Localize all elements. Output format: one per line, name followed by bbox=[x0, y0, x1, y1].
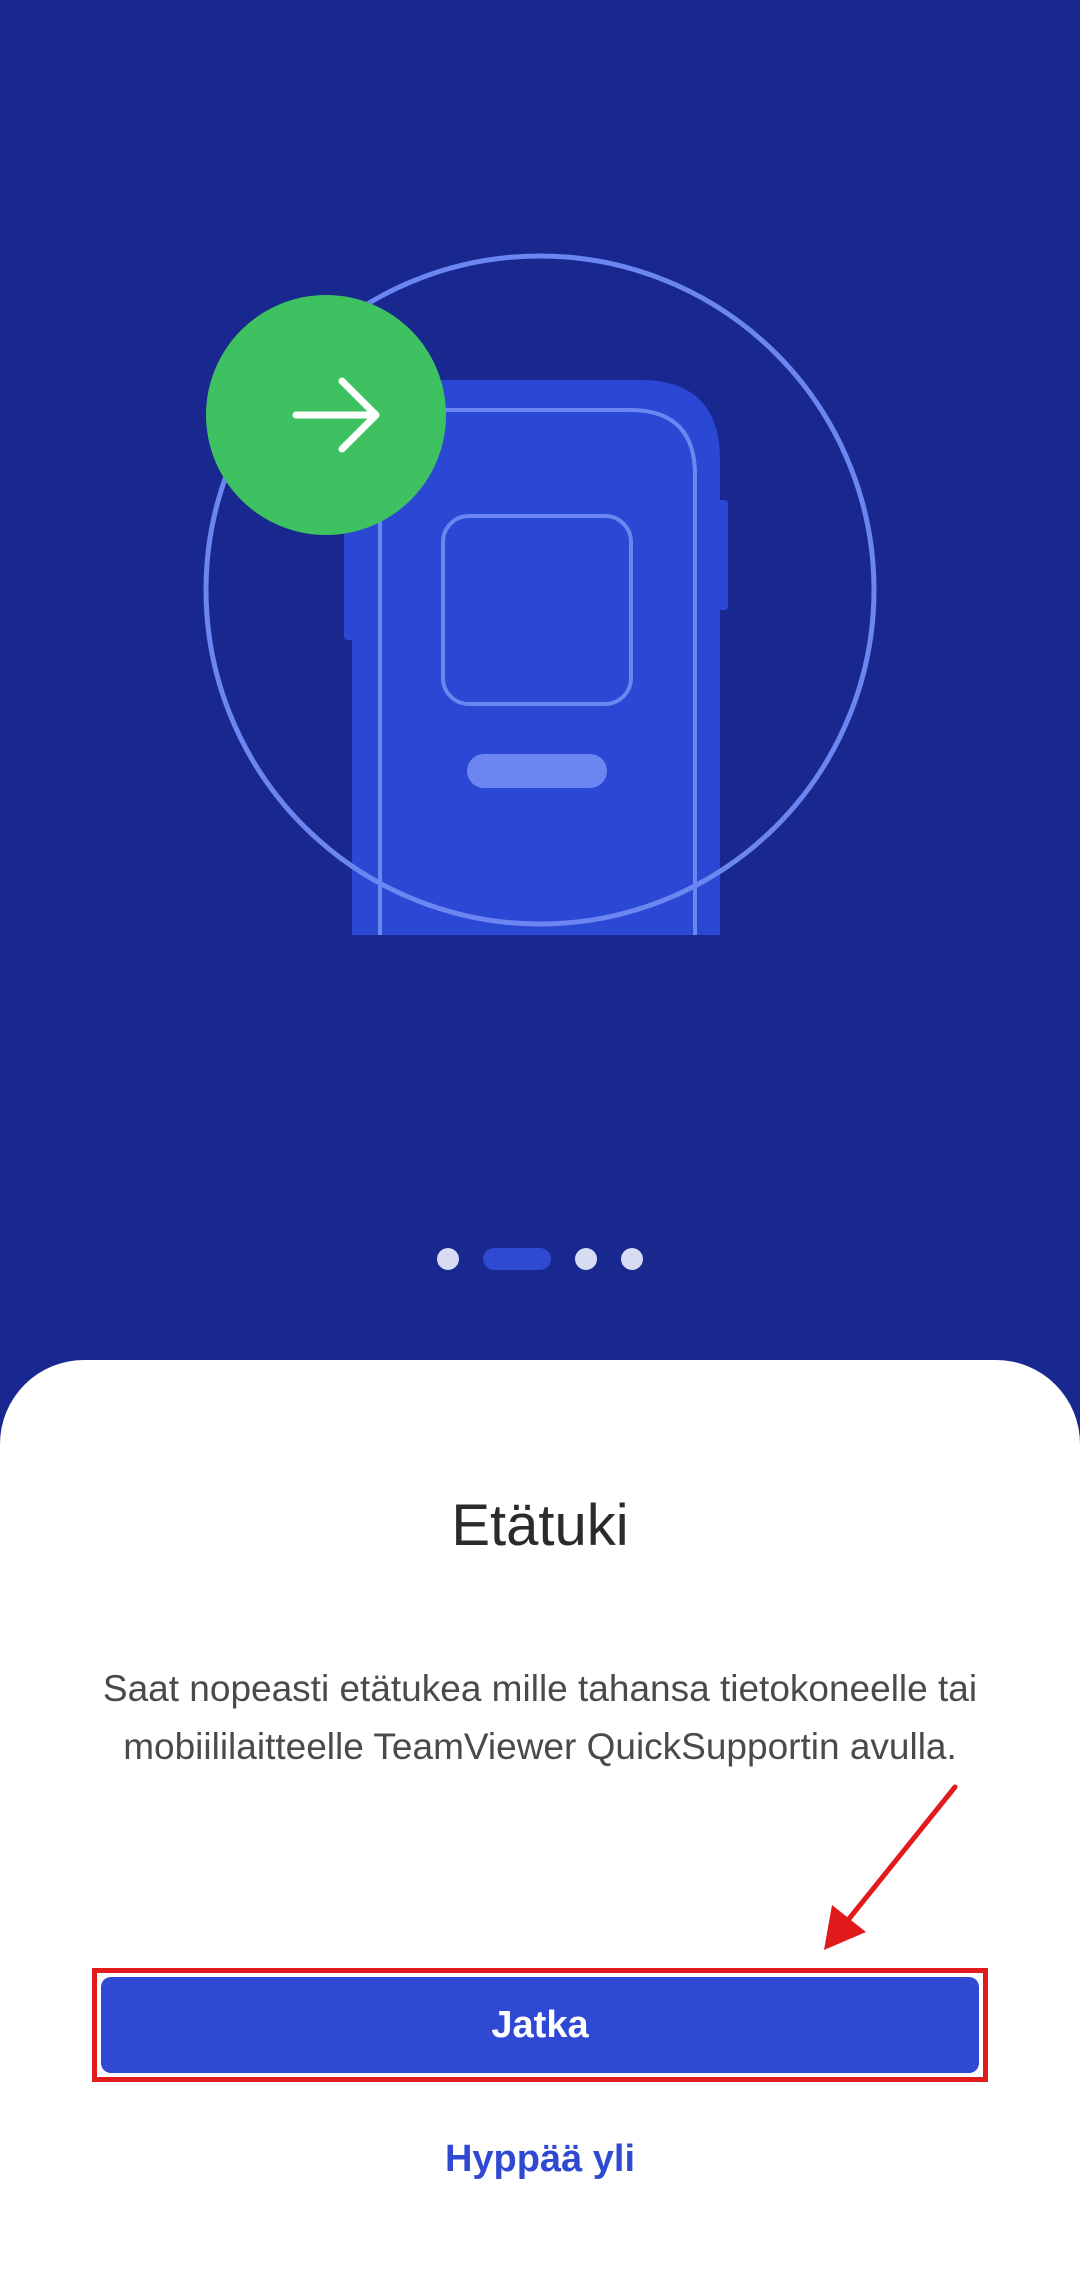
remote-support-illustration bbox=[203, 253, 877, 940]
page-indicator-dot-3 bbox=[575, 1248, 597, 1270]
skip-button[interactable]: Hyppää yli bbox=[0, 2138, 1080, 2181]
description-text: Saat nopeasti etätukea mille tahansa tie… bbox=[102, 1668, 978, 1767]
continue-button-highlight: Jatka bbox=[92, 1968, 988, 2082]
bottom-sheet: Etätuki Saat nopeasti etätukea mille tah… bbox=[0, 1360, 1080, 2278]
onboarding-hero bbox=[0, 0, 1080, 1360]
page-indicator bbox=[0, 1248, 1080, 1270]
continue-button[interactable]: Jatka bbox=[101, 1977, 979, 2073]
page-indicator-dot-2-active bbox=[483, 1248, 551, 1270]
page-title: Etätuki bbox=[451, 1493, 629, 1558]
page-indicator-dot-4 bbox=[621, 1248, 643, 1270]
page-indicator-dot-1 bbox=[437, 1248, 459, 1270]
phone-home-bar bbox=[467, 754, 607, 788]
